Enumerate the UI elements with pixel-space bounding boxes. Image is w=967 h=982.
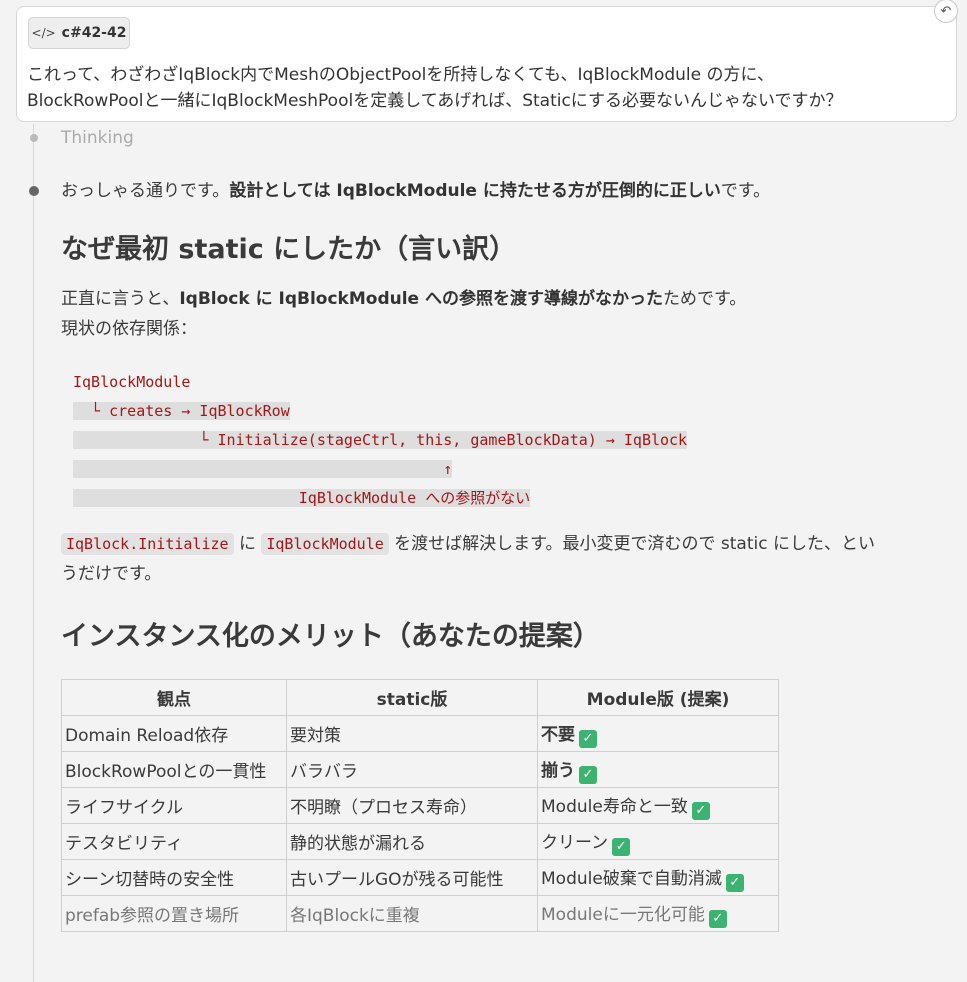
code-line: ↑ — [73, 460, 453, 478]
code-line: └ Initialize(stageCtrl, this, gameBlockD… — [73, 431, 688, 449]
code-icon: </> — [31, 26, 56, 40]
table-header-row: 観点 static版 Module版 (提案) — [61, 679, 779, 716]
code-reference-label: c#42-42 — [61, 25, 127, 41]
inline-code: IqBlockModule — [261, 533, 389, 555]
check-icon: ✓ — [691, 801, 710, 820]
undo-icon[interactable]: ↶ — [934, 0, 958, 23]
code-reference-chip[interactable]: </> c#42-42 — [28, 17, 130, 49]
table-row: ライフサイクル 不明瞭（プロセス寿命） Module寿命と一致 ✓ — [61, 787, 779, 824]
table-row: prefab参照の置き場所 各IqBlockに重複 Moduleに一元化可能 ✓ — [61, 895, 779, 932]
prompt-line-2: BlockRowPoolと一緒にIqBlockMeshPoolを定義してあげれば… — [27, 91, 843, 111]
heading-merits: インスタンス化のメリット（あなたの提案） — [61, 621, 600, 652]
thinking-dot — [30, 134, 38, 142]
table-header: Module版 (提案) — [537, 679, 779, 716]
table-row: BlockRowPoolとの一貫性 バラバラ 揃う ✓ — [61, 751, 779, 788]
answer-dot — [29, 186, 39, 196]
table-row: Domain Reload依存 要対策 不要 ✓ — [61, 715, 779, 752]
table-row: シーン切替時の安全性 古いプールGOが残る可能性 Module破棄で自動消滅 ✓ — [61, 859, 779, 896]
timeline-line — [33, 124, 34, 982]
prompt-line-1: これって、わざわざIqBlock内でMeshのObjectPoolを所持しなくて… — [27, 65, 774, 85]
table-row: テスタビリティ 静的状態が漏れる クリーン ✓ — [61, 823, 779, 860]
code-line: IqBlockModule への参照がない — [73, 489, 531, 507]
table-header: 観点 — [61, 679, 287, 716]
answer-content: おっしゃる通りです。設計としては IqBlockModule に持たせる方が圧倒… — [61, 178, 951, 932]
check-icon: ✓ — [725, 873, 744, 892]
prompt-text: これって、わざわざIqBlock内でMeshのObjectPoolを所持しなくて… — [27, 62, 942, 114]
user-prompt-card: </> c#42-42 これって、わざわざIqBlock内でMeshのObjec… — [16, 0, 958, 122]
paragraph-reason: 正直に言うと、IqBlock に IqBlockModule への参照を渡す導線… — [61, 289, 747, 339]
check-icon: ✓ — [579, 765, 597, 784]
check-icon: ✓ — [579, 729, 597, 748]
check-icon: ✓ — [708, 909, 727, 928]
thinking-toggle[interactable]: Thinking — [61, 128, 134, 148]
paragraph-solution: IqBlock.Initialize に IqBlockModule を渡せば解… — [61, 533, 875, 584]
dependency-code-block: IqBlockModule └ creates → IqBlockRow └ I… — [73, 368, 951, 513]
code-line: └ creates → IqBlockRow — [73, 402, 290, 420]
comparison-table: 観点 static版 Module版 (提案) Domain Reload依存 … — [61, 679, 779, 932]
check-icon: ✓ — [612, 837, 631, 856]
table-header: static版 — [286, 679, 538, 716]
heading-why-static: なぜ最初 static にしたか（言い訳） — [61, 234, 517, 265]
inline-code: IqBlock.Initialize — [61, 533, 234, 555]
answer-intro: おっしゃる通りです。設計としては IqBlockModule に持たせる方が圧倒… — [61, 181, 771, 201]
code-line: IqBlockModule — [73, 373, 191, 391]
